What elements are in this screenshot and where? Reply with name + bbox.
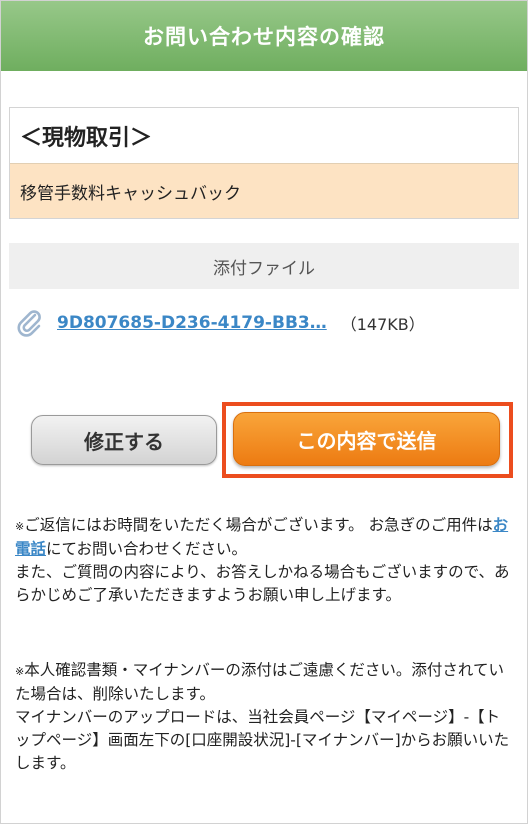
page-title: お問い合わせ内容の確認 bbox=[143, 25, 385, 49]
attachment-row: 9D807685-D236-4179-BB3… （147KB） bbox=[15, 306, 515, 340]
confirm-page: お問い合わせ内容の確認 ＜現物取引＞ 移管手数料キャッシュバック 添付ファイル … bbox=[0, 0, 528, 824]
category-value: 移管手数料キャッシュバック bbox=[10, 164, 518, 218]
category-box: ＜現物取引＞ 移管手数料キャッシュバック bbox=[9, 107, 519, 219]
send-button[interactable]: この内容で送信 bbox=[233, 412, 500, 466]
attachment-header: 添付ファイル bbox=[9, 243, 519, 289]
page-header: お問い合わせ内容の確認 bbox=[1, 1, 527, 71]
attachment-file-size: （147KB） bbox=[340, 315, 425, 334]
attachment-notice: ※本人確認書類・マイナンバーの添付はご遠慮ください。添付されていた場合は、削除い… bbox=[15, 661, 510, 772]
edit-button[interactable]: 修正する bbox=[31, 415, 217, 465]
category-title: ＜現物取引＞ bbox=[10, 108, 518, 164]
reply-notice: ※ご返信にはお時間をいただく場合がございます。 お急ぎのご用件はお電話にてお問い… bbox=[15, 516, 510, 604]
paperclip-icon bbox=[15, 308, 45, 338]
attachment-file-link[interactable]: 9D807685-D236-4179-BB3… bbox=[57, 313, 327, 333]
